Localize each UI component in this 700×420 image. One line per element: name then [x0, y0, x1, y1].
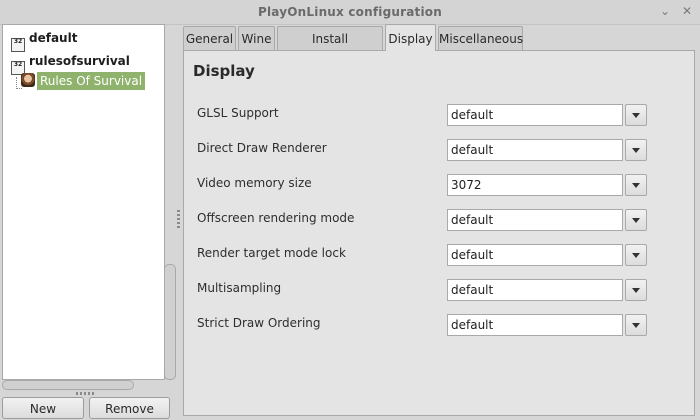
- chevron-down-icon[interactable]: [625, 174, 647, 196]
- chevron-down-icon[interactable]: [625, 279, 647, 301]
- select-value: default: [447, 139, 623, 161]
- close-icon[interactable]: ✕: [680, 4, 694, 18]
- tree-item-label: default: [29, 31, 78, 45]
- vertical-scrollbar[interactable]: [164, 264, 176, 380]
- display-panel: Display GLSL Support default Direct Draw…: [183, 50, 695, 416]
- multisampling-select[interactable]: default: [447, 279, 647, 301]
- tree-item-label: rulesofsurvival: [29, 54, 130, 68]
- prefix-tree[interactable]: 32 default 32 rulesofsurvival Rules Of Sur…: [2, 24, 165, 380]
- tab-general[interactable]: General: [183, 26, 236, 50]
- render-target-mode-lock-select[interactable]: default: [447, 244, 647, 266]
- bottom-splitter-handle[interactable]: [76, 392, 96, 395]
- video-memory-size-select[interactable]: 3072: [447, 174, 647, 196]
- chevron-down-icon[interactable]: [625, 314, 647, 336]
- tab-display[interactable]: Display: [385, 24, 436, 51]
- pane-splitter-handle[interactable]: [177, 210, 180, 228]
- select-value: default: [447, 279, 623, 301]
- strict-draw-ordering-label: Strict Draw Ordering: [197, 316, 321, 330]
- direct-draw-renderer-select[interactable]: default: [447, 139, 647, 161]
- multisampling-label: Multisampling: [197, 281, 282, 295]
- window-title: PlayOnLinux configuration: [258, 5, 442, 19]
- wine-32bit-icon: 32: [11, 38, 25, 52]
- tab-wine[interactable]: Wine: [238, 26, 275, 50]
- select-value: default: [447, 104, 623, 126]
- render-target-mode-lock-label: Render target mode lock: [197, 246, 346, 260]
- offscreen-rendering-mode-select[interactable]: default: [447, 209, 647, 231]
- game-icon: [21, 73, 35, 87]
- tab-miscellaneous[interactable]: Miscellaneous: [438, 26, 523, 50]
- title-bar: PlayOnLinux configuration ⌄ ✕: [0, 0, 700, 25]
- tree-item-default[interactable]: 32 default: [11, 29, 78, 52]
- chevron-down-icon[interactable]: [625, 139, 647, 161]
- panel-title: Display: [193, 62, 255, 80]
- select-value: default: [447, 244, 623, 266]
- remove-button[interactable]: Remove: [89, 397, 170, 419]
- glsl-support-select[interactable]: default: [447, 104, 647, 126]
- new-button[interactable]: New: [2, 397, 84, 419]
- chevron-down-icon[interactable]: [625, 209, 647, 231]
- offscreen-rendering-mode-label: Offscreen rendering mode: [197, 211, 355, 225]
- select-value: default: [447, 209, 623, 231]
- glsl-support-label: GLSL Support: [197, 106, 279, 120]
- tree-connector: [16, 88, 22, 90]
- minimize-icon[interactable]: ⌄: [658, 4, 672, 18]
- chevron-down-icon[interactable]: [625, 104, 647, 126]
- horizontal-scrollbar[interactable]: [2, 380, 134, 390]
- select-value: default: [447, 314, 623, 336]
- strict-draw-ordering-select[interactable]: default: [447, 314, 647, 336]
- tree-item-label: Rules Of Survival: [37, 72, 146, 90]
- video-memory-size-label: Video memory size: [197, 176, 312, 190]
- direct-draw-renderer-label: Direct Draw Renderer: [197, 141, 327, 155]
- configuration-window: PlayOnLinux configuration ⌄ ✕ 32 default …: [0, 0, 700, 420]
- tree-item-rulesofsurvival[interactable]: 32 rulesofsurvival: [11, 52, 130, 75]
- select-value: 3072: [447, 174, 623, 196]
- chevron-down-icon[interactable]: [625, 244, 647, 266]
- tab-install-components[interactable]: Install components: [277, 26, 383, 70]
